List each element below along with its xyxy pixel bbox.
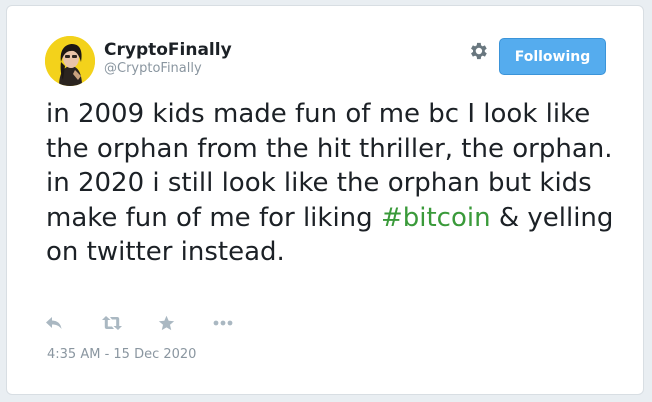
author-display-name[interactable]: CryptoFinally: [104, 40, 232, 60]
like-star-icon[interactable]: [158, 314, 175, 332]
retweet-icon[interactable]: [101, 314, 123, 332]
tweet-timestamp[interactable]: 4:35 AM - 15 Dec 2020: [47, 347, 196, 362]
author-handle[interactable]: @CryptoFinally: [104, 61, 202, 76]
more-dots-icon[interactable]: [212, 314, 234, 332]
avatar[interactable]: [45, 36, 95, 86]
hashtag-link[interactable]: #bitcoin: [381, 203, 491, 233]
reply-icon[interactable]: [45, 314, 63, 332]
avatar-portrait-icon: [45, 36, 95, 86]
following-button[interactable]: Following: [499, 38, 606, 75]
gear-icon[interactable]: [467, 40, 489, 62]
tweet-card: CryptoFinally @CryptoFinally Following i…: [6, 5, 644, 395]
tweet-text: in 2009 kids made fun of me bc I look li…: [46, 97, 626, 270]
